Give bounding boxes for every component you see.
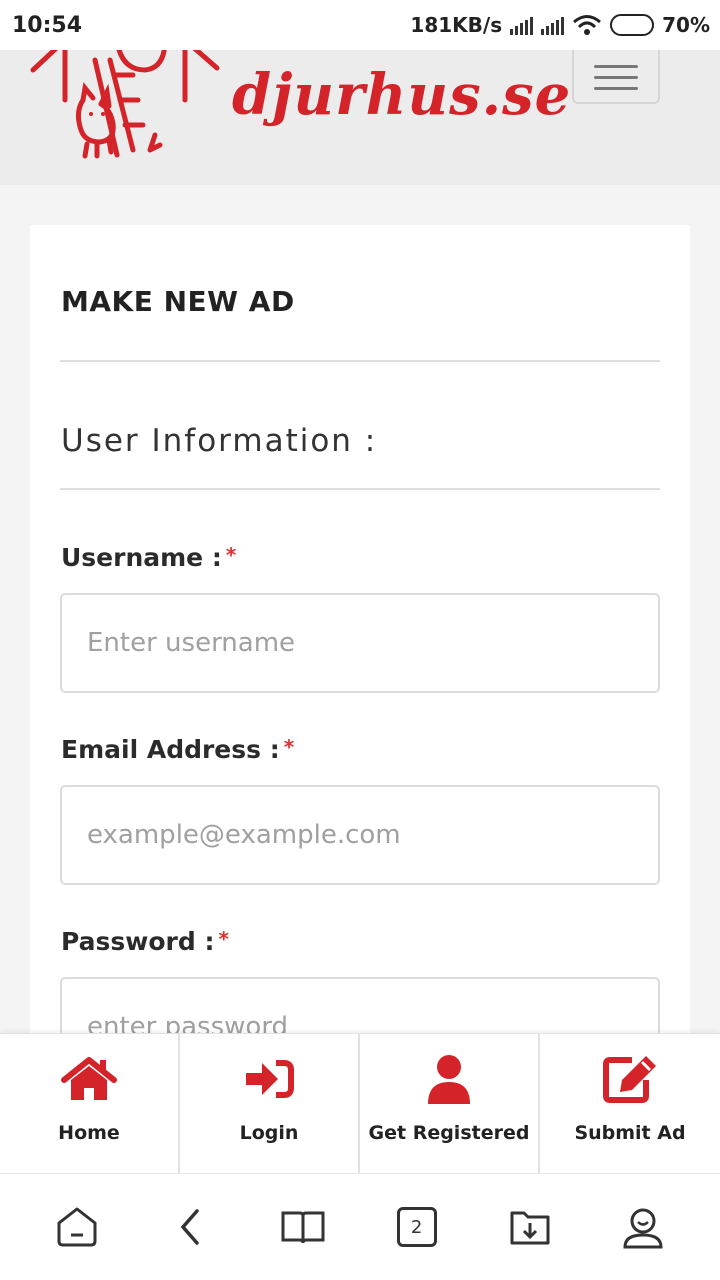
browser-profile-button[interactable] (613, 1197, 673, 1257)
brand-logo-text[interactable]: djurhus.se (232, 62, 571, 128)
username-input[interactable] (87, 628, 658, 658)
hamburger-icon (594, 64, 638, 68)
edit-icon (603, 1056, 656, 1103)
battery-level: 70% (662, 13, 710, 37)
tab-get-registered[interactable]: Get Registered (360, 1034, 540, 1174)
hamburger-line (594, 86, 638, 90)
profile-icon (623, 1208, 663, 1249)
tab-home-label: Home (58, 1122, 120, 1144)
bookmarks-icon (281, 1211, 325, 1244)
signal-icon (510, 15, 534, 35)
browser-back-button[interactable] (160, 1197, 220, 1257)
browser-downloads-button[interactable] (500, 1197, 560, 1257)
tab-home[interactable]: Home (0, 1034, 180, 1174)
tab-submit-ad[interactable]: Submit Ad (540, 1034, 720, 1174)
section-title: User Information : (61, 423, 378, 459)
new-ad-form-card: MAKE NEW AD User Information : Username … (30, 225, 690, 1085)
bottom-tab-nav: Home Login Get Registered Submit Ad (0, 1033, 720, 1174)
email-label-text: Email Address : (61, 735, 280, 764)
status-bar: 10:54 181KB/s 70% (0, 0, 720, 50)
battery-icon (610, 14, 655, 36)
status-indicators: 181KB/s 70% (410, 13, 710, 37)
email-label: Email Address : * (61, 735, 294, 764)
menu-toggle-button[interactable] (572, 50, 660, 104)
username-field[interactable] (60, 593, 660, 693)
divider (60, 360, 660, 362)
browser-home-button[interactable] (47, 1197, 107, 1257)
divider (60, 488, 660, 490)
browser-toolbar: 2 (0, 1173, 720, 1280)
signal-icon-2 (541, 15, 565, 35)
required-marker: * (218, 927, 229, 951)
username-label: Username : * (61, 543, 236, 572)
required-marker: * (283, 735, 295, 759)
email-field[interactable] (60, 785, 660, 885)
form-title: MAKE NEW AD (61, 285, 295, 318)
password-label-text: Password : (61, 927, 215, 956)
downloads-icon (510, 1211, 550, 1245)
tab-submit-ad-label: Submit Ad (574, 1122, 686, 1144)
password-label: Password : * (61, 927, 229, 956)
site-header: djurhus.se (0, 50, 720, 185)
clock: 10:54 (12, 12, 83, 38)
logo-icon[interactable] (25, 50, 225, 170)
home-icon (61, 1057, 117, 1100)
tab-get-registered-label: Get Registered (368, 1122, 530, 1144)
hamburger-line (594, 75, 638, 79)
user-icon (428, 1055, 470, 1104)
email-input[interactable] (87, 820, 658, 850)
network-speed: 181KB/s (410, 13, 503, 37)
wifi-icon (573, 15, 602, 35)
browser-bookmarks-button[interactable] (273, 1197, 333, 1257)
tabs-icon: 2 (396, 1207, 437, 1247)
tab-login-label: Login (239, 1122, 299, 1144)
login-icon (246, 1060, 294, 1098)
back-icon (180, 1209, 199, 1245)
username-label-text: Username : (61, 543, 222, 572)
home-icon (57, 1207, 97, 1247)
required-marker: * (225, 543, 237, 567)
tab-login[interactable]: Login (180, 1034, 360, 1174)
browser-tabs-button[interactable]: 2 (387, 1197, 447, 1257)
